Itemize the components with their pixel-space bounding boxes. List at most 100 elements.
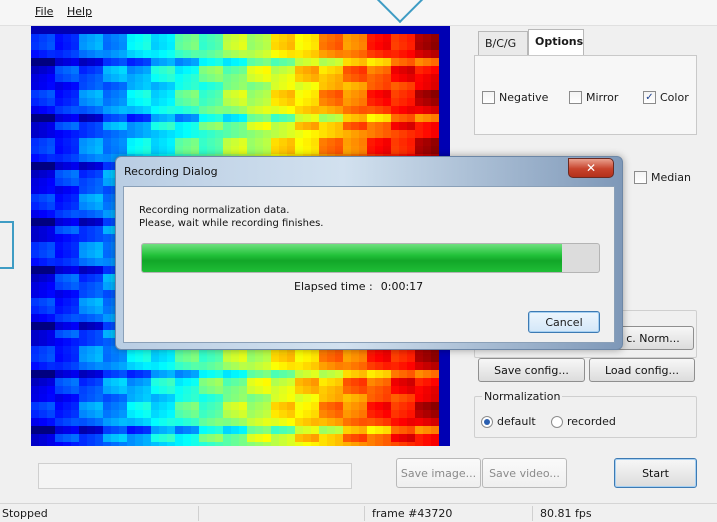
heatmap-cell (95, 26, 103, 34)
radio-icon[interactable] (481, 415, 493, 428)
radio-recorded[interactable]: recorded (551, 415, 616, 428)
save-image-button[interactable]: Save image... (396, 458, 481, 488)
heatmap-cell (31, 34, 39, 42)
heatmap-cell (223, 34, 231, 42)
color-checkbox[interactable]: ✓ Color (643, 91, 689, 104)
heatmap-cell (383, 26, 391, 34)
heatmap-cell (103, 386, 111, 394)
negative-checkbox-box[interactable] (482, 91, 495, 104)
heatmap-cell (407, 146, 415, 154)
heatmap-cell (423, 402, 431, 410)
heatmap-cell (87, 354, 95, 362)
heatmap-cell (39, 146, 47, 154)
heatmap-cell (399, 442, 407, 446)
heatmap-cell (103, 410, 111, 418)
heatmap-cell (55, 74, 63, 82)
heatmap-cell (255, 378, 263, 386)
filename-field[interactable] (38, 463, 352, 489)
heatmap-cell (247, 98, 255, 106)
heatmap-cell (319, 370, 327, 378)
heatmap-cell (207, 34, 215, 42)
mirror-checkbox-box[interactable] (569, 91, 582, 104)
heatmap-cell (215, 34, 223, 42)
heatmap-cell (415, 114, 423, 122)
menu-file[interactable]: File (35, 5, 53, 18)
heatmap-cell (383, 386, 391, 394)
heatmap-cell (223, 146, 231, 154)
heatmap-cell (63, 226, 71, 234)
heatmap-cell (183, 442, 191, 446)
heatmap-cell (359, 394, 367, 402)
menu-help[interactable]: Help (67, 5, 92, 18)
start-button[interactable]: Start (614, 458, 697, 488)
heatmap-cell (319, 42, 327, 50)
heatmap-cell (47, 362, 55, 370)
heatmap-cell (303, 82, 311, 90)
heatmap-cell (183, 34, 191, 42)
heatmap-cell (207, 370, 215, 378)
heatmap-cell (167, 434, 175, 442)
heatmap-cell (71, 66, 79, 74)
heatmap-cell (95, 354, 103, 362)
heatmap-cell (303, 66, 311, 74)
check-icon[interactable]: ✓ (643, 91, 656, 104)
heatmap-cell (223, 402, 231, 410)
heatmap-cell (287, 34, 295, 42)
median-checkbox-box[interactable] (634, 171, 647, 184)
heatmap-cell (79, 258, 87, 266)
heatmap-cell (383, 402, 391, 410)
heatmap-cell (231, 138, 239, 146)
radio-default[interactable]: default (481, 415, 536, 428)
heatmap-cell (279, 370, 287, 378)
dialog-message-line1: Recording normalization data. (139, 205, 290, 216)
mirror-checkbox[interactable]: Mirror (569, 91, 618, 104)
heatmap-cell (55, 98, 63, 106)
heatmap-cell (167, 58, 175, 66)
heatmap-cell (191, 146, 199, 154)
heatmap-cell (263, 26, 271, 34)
radio-icon[interactable] (551, 415, 563, 428)
heatmap-cell (71, 146, 79, 154)
heatmap-cell (135, 58, 143, 66)
heatmap-cell (311, 418, 319, 426)
calc-norm-button[interactable]: c. Norm... (612, 326, 694, 350)
save-video-button[interactable]: Save video... (482, 458, 567, 488)
heatmap-cell (439, 370, 447, 378)
heatmap-cell (207, 410, 215, 418)
negative-label: Negative (499, 91, 549, 104)
heatmap-cell (191, 410, 199, 418)
heatmap-cell (327, 122, 335, 130)
median-checkbox[interactable]: Median (634, 171, 691, 184)
heatmap-cell (255, 402, 263, 410)
heatmap-cell (247, 146, 255, 154)
heatmap-cell (167, 354, 175, 362)
heatmap-cell (255, 90, 263, 98)
heatmap-cell (431, 74, 439, 82)
tab-bcg[interactable]: B/C/G (478, 31, 528, 55)
heatmap-cell (151, 426, 159, 434)
close-icon[interactable]: ✕ (568, 158, 614, 178)
heatmap-cell (95, 434, 103, 442)
heatmap-cell (47, 106, 55, 114)
heatmap-cell (447, 66, 450, 74)
heatmap-cell (207, 90, 215, 98)
heatmap-cell (39, 26, 47, 34)
heatmap-cell (439, 74, 447, 82)
negative-checkbox[interactable]: Negative (482, 91, 548, 104)
heatmap-cell (63, 186, 71, 194)
heatmap-cell (231, 122, 239, 130)
tab-options[interactable]: Options (528, 29, 584, 55)
heatmap-cell (159, 394, 167, 402)
load-config-button[interactable]: Load config... (589, 358, 695, 382)
heatmap-cell (319, 386, 327, 394)
cancel-button[interactable]: Cancel (528, 311, 600, 333)
heatmap-cell (215, 82, 223, 90)
heatmap-cell (375, 138, 383, 146)
heatmap-cell (103, 82, 111, 90)
heatmap-cell (223, 434, 231, 442)
heatmap-cell (151, 138, 159, 146)
heatmap-cell (135, 378, 143, 386)
heatmap-cell (407, 42, 415, 50)
heatmap-cell (439, 42, 447, 50)
save-config-button[interactable]: Save config... (478, 358, 585, 382)
